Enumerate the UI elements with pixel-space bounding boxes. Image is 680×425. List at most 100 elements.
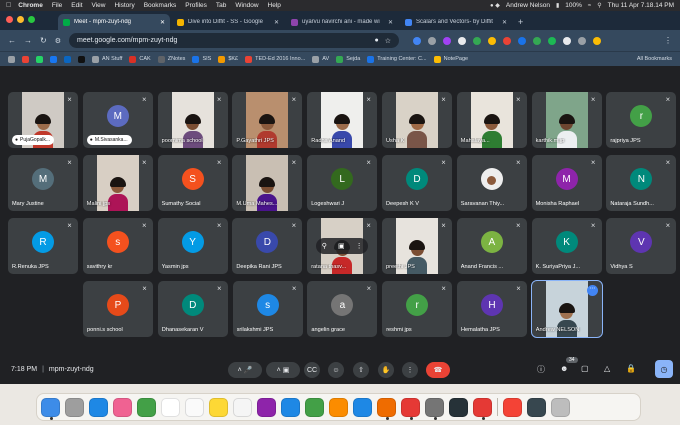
system-settings-icon[interactable] <box>425 397 444 420</box>
microphone-button[interactable]: ˄ 🎤 <box>228 362 262 378</box>
wifi-icon[interactable]: ≈ <box>588 3 591 9</box>
music-icon[interactable] <box>503 397 522 417</box>
present-screen-button[interactable]: ⇧ <box>353 362 369 378</box>
menubar-user[interactable]: Andrew Nelson <box>506 2 550 9</box>
bookmark-item[interactable]: ZNotes <box>157 55 185 63</box>
forward-icon[interactable]: → <box>24 36 32 45</box>
trash-icon[interactable] <box>551 397 570 417</box>
participant-tile[interactable]: r ⨯ rajpriya JPS <box>606 92 677 148</box>
bookmark-item[interactable]: SIS <box>192 55 211 63</box>
leave-call-button[interactable]: ☎ <box>426 362 450 378</box>
pin-icon[interactable]: ⚲ <box>322 242 327 250</box>
participant-tile[interactable]: ⨯ M.Uma Mahes... <box>232 155 303 211</box>
search-icon[interactable]: ⚲ <box>597 2 601 9</box>
timer-extension-button[interactable]: ◷ <box>655 360 673 378</box>
reminders-icon[interactable] <box>185 397 204 417</box>
new-tab-icon[interactable]: + <box>518 14 523 30</box>
pages-icon[interactable] <box>329 397 348 417</box>
fullscreen-icon[interactable]: ▣ <box>338 242 345 250</box>
participant-tile[interactable]: K ⨯ K. SuriyaPriya J... <box>531 218 602 274</box>
meeting-info-icon[interactable]: ⓘ <box>537 364 545 375</box>
bookmark-icon[interactable] <box>36 55 43 63</box>
participant-tile[interactable]: s ⨯ srilakshmi JPS <box>232 281 303 337</box>
activities-icon[interactable]: △ <box>604 364 610 373</box>
podcasts-icon[interactable] <box>257 397 276 417</box>
acrobat-icon[interactable] <box>401 397 420 420</box>
participant-tile[interactable]: ⨯ Usha K <box>382 92 452 148</box>
sublime-icon[interactable] <box>377 397 396 420</box>
menu-file[interactable]: File <box>52 2 62 9</box>
bookmark-item[interactable]: AN Stuff <box>92 55 122 63</box>
address-bar[interactable]: meet.google.com/mpm-zuyt-ndg ● ☆ <box>68 33 399 48</box>
tile-more-icon[interactable]: ⋮ <box>356 242 363 250</box>
extension-icon[interactable] <box>457 36 466 45</box>
participant-tile[interactable]: ⨯ P.Gayathri JPS <box>232 92 303 148</box>
chrome-icon[interactable] <box>473 397 492 420</box>
extension-icon[interactable] <box>577 36 586 45</box>
participant-tile[interactable]: ⨯ poornima school <box>157 92 228 148</box>
more-options-icon[interactable]: ⋯ <box>586 285 598 296</box>
bookmark-item[interactable]: CAK <box>129 55 151 63</box>
participant-tile[interactable]: M ⨯ Mary Justine <box>8 155 78 211</box>
participant-tile[interactable]: ⋯ Andrew NELSON <box>530 280 603 338</box>
extension-icon[interactable] <box>562 36 571 45</box>
safari-icon[interactable] <box>89 397 108 417</box>
app-store-icon[interactable] <box>353 397 372 417</box>
menu-help[interactable]: Help <box>268 2 281 9</box>
launchpad-icon[interactable] <box>65 397 84 417</box>
emoji-reactions-button[interactable]: ☺ <box>328 362 344 378</box>
participant-tile[interactable]: V ⨯ Vidhya S <box>606 218 677 274</box>
menu-window[interactable]: Window <box>235 2 258 9</box>
close-tab-icon[interactable]: ✕ <box>388 19 393 26</box>
extension-icon[interactable] <box>472 36 481 45</box>
participant-tile[interactable]: L ⨯ Logeshwari J <box>307 155 378 211</box>
menu-tab[interactable]: Tab <box>216 2 226 9</box>
extension-icon[interactable] <box>547 36 556 45</box>
minimize-window-button[interactable] <box>17 16 24 23</box>
site-settings-icon[interactable]: ⚙ <box>55 37 61 45</box>
browser-menu-icon[interactable]: ⋮ <box>664 36 672 45</box>
host-controls-icon[interactable]: 🔒 <box>626 364 636 373</box>
extension-icon[interactable] <box>442 36 451 45</box>
bookmark-item[interactable]: $K£ <box>218 55 238 63</box>
browser-tab[interactable]: Meet - mpm-zuyt-ndg ✕ <box>58 14 170 30</box>
menubar-datetime[interactable]: Thu 11 Apr 7.18.14 PM <box>608 2 674 9</box>
zoom-window-button[interactable] <box>28 16 35 23</box>
bookmark-item[interactable]: Training Center: C... <box>367 55 427 63</box>
participant-tile[interactable]: A ⨯ Anand Francis ... <box>456 218 527 274</box>
participant-tile[interactable]: ⨯ Radha Anand <box>307 92 378 148</box>
finder-icon[interactable] <box>41 397 60 420</box>
participant-tile[interactable]: ⨯ Malini jps <box>82 155 153 211</box>
calendar-icon[interactable] <box>161 397 180 417</box>
camera-button[interactable]: ˄ ▣ <box>266 362 300 378</box>
participant-tile[interactable]: ⨯ ⚲ ▣ ⋮ ratana thasv... <box>307 218 378 274</box>
browser-tab[interactable]: Dive into Diffit - SS - Google ✕ <box>172 14 284 30</box>
menu-edit[interactable]: Edit <box>71 2 82 9</box>
reload-icon[interactable]: ↻ <box>40 36 47 45</box>
menu-bookmarks[interactable]: Bookmarks <box>144 2 177 9</box>
bookmark-icon[interactable] <box>22 55 29 63</box>
back-icon[interactable]: ← <box>8 36 16 45</box>
bookmark-icon[interactable] <box>78 55 85 63</box>
steam-icon[interactable] <box>449 397 468 417</box>
captions-button[interactable]: CC <box>304 362 320 378</box>
close-tab-icon[interactable]: ✕ <box>502 19 507 26</box>
browser-tab[interactable]: uyarvu navirchi ani - made wi ✕ <box>286 14 398 30</box>
bookmark-item[interactable]: AV <box>312 55 329 63</box>
screen-icon[interactable] <box>527 397 546 417</box>
apple-icon[interactable]:  <box>6 2 11 9</box>
extension-icon[interactable] <box>532 36 541 45</box>
menu-profiles[interactable]: Profiles <box>185 2 207 9</box>
participant-tile[interactable]: ⨯ preethi JPS <box>382 218 452 274</box>
raise-hand-button[interactable]: ✋ <box>378 362 394 378</box>
browser-tab[interactable]: Scalars and Vectors- by Diffit ✕ <box>400 14 512 30</box>
numbers-icon[interactable] <box>305 397 324 417</box>
photos-icon[interactable] <box>113 397 132 417</box>
participant-tile[interactable]: N ⨯ Nataraja Sundh... <box>606 155 677 211</box>
notes-icon[interactable] <box>209 397 228 417</box>
extension-icon[interactable] <box>427 36 436 45</box>
participant-tile[interactable]: H ⨯ Hemalatha JPS <box>457 281 527 337</box>
bookmark-icon[interactable] <box>64 55 71 63</box>
pinned-name-pill[interactable]: ● M.Sivasanka... <box>86 135 132 145</box>
participant-tile[interactable]: M ⨯ Monisha Raphael <box>531 155 602 211</box>
